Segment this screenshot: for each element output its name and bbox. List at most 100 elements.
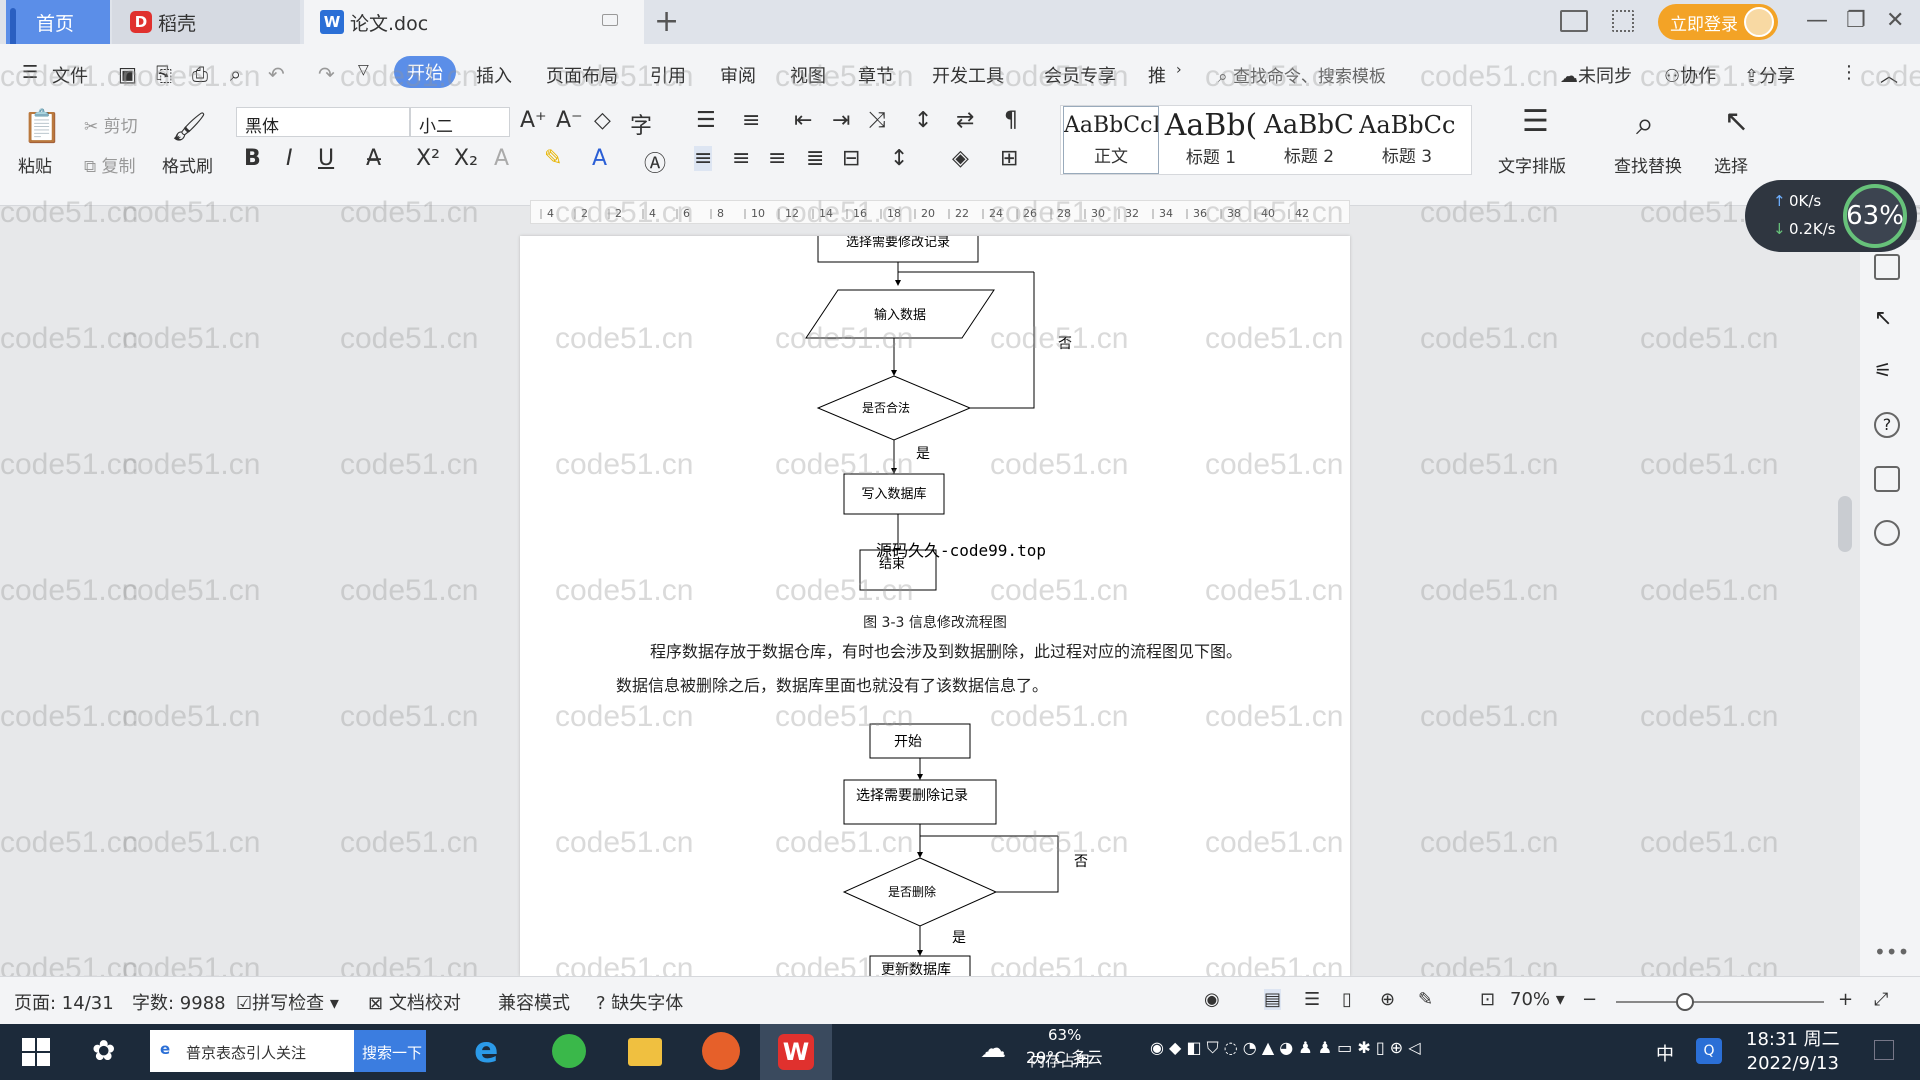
swap-icon[interactable]: ⇄: [956, 108, 974, 133]
wps-taskbar-item[interactable]: W: [760, 1024, 832, 1080]
ime-indicator[interactable]: 中: [1656, 1040, 1674, 1066]
preview-icon[interactable]: ⌕: [230, 62, 241, 86]
menu-page-layout[interactable]: 页面布局: [546, 62, 618, 88]
underline-icon[interactable]: U: [318, 146, 334, 171]
zoom-slider[interactable]: [1616, 1001, 1824, 1003]
highlight-icon[interactable]: ✎: [544, 146, 562, 171]
missing-font-button[interactable]: ? 缺失字体: [596, 989, 683, 1015]
pointer-icon[interactable]: ↖: [1874, 306, 1900, 332]
windows-start-icon[interactable]: [22, 1038, 50, 1066]
font-family-select[interactable]: 黑体: [236, 107, 410, 137]
save-icon[interactable]: ▣: [118, 62, 137, 86]
text-layout-button[interactable]: 文字排版: [1498, 152, 1566, 177]
menu-start[interactable]: 开始: [394, 56, 456, 88]
convert-icon[interactable]: ⤨: [868, 108, 886, 133]
quick-access-dropdown-icon[interactable]: ▽: [358, 62, 369, 78]
superscript-icon[interactable]: X²: [416, 146, 440, 171]
format-painter-button[interactable]: 格式刷: [162, 152, 213, 177]
qq-input-icon[interactable]: Q: [1696, 1038, 1722, 1064]
tab-home[interactable]: 首页: [6, 0, 110, 88]
hamburger-icon[interactable]: ☰: [22, 62, 38, 83]
menu-recommend[interactable]: 推: [1148, 62, 1166, 88]
style-heading-3[interactable]: AaBbCc 标题 3: [1359, 106, 1455, 174]
sync-status[interactable]: ☁未同步: [1560, 62, 1632, 88]
document-page[interactable]: 选择需要修改记录 输入数据 是否合法 否 是 写入数据库 结束 源码久久-cod…: [520, 236, 1350, 976]
align-left-icon[interactable]: ≡: [694, 146, 713, 171]
browser-360-icon[interactable]: [552, 1034, 586, 1068]
indent-icon[interactable]: ⇥: [832, 108, 850, 133]
font-size-select[interactable]: 小二: [410, 107, 510, 137]
menu-insert[interactable]: 插入: [476, 62, 512, 88]
align-center-icon[interactable]: ≡: [732, 146, 750, 171]
justify-icon[interactable]: ≣: [806, 146, 824, 171]
taskbar-search-box[interactable]: e 普京表态引人关注: [150, 1030, 354, 1072]
shrink-font-icon[interactable]: A⁻: [556, 108, 583, 133]
vertical-scrollbar[interactable]: [1834, 236, 1854, 976]
fit-page-icon[interactable]: ⊡: [1480, 989, 1495, 1010]
notification-icon[interactable]: [1874, 1040, 1894, 1060]
outdent-icon[interactable]: ⇤: [794, 108, 812, 133]
paste-icon[interactable]: 📋: [22, 104, 62, 148]
format-painter-icon[interactable]: 🖌: [171, 104, 207, 148]
ie-browser-icon[interactable]: e: [474, 1030, 498, 1071]
italic-icon[interactable]: I: [286, 146, 293, 171]
number-list-icon[interactable]: ≡: [742, 108, 760, 133]
char-border-icon[interactable]: Ⓐ: [644, 146, 666, 178]
command-search[interactable]: ⌕ 查找命令、搜索模板: [1218, 62, 1386, 87]
cursor-icon[interactable]: ↖: [1724, 104, 1749, 139]
text-effect-icon[interactable]: A: [494, 146, 509, 171]
system-clock[interactable]: 18:31 周二 2022/9/13: [1746, 1028, 1840, 1076]
more-icon[interactable]: ⋮: [1840, 62, 1858, 83]
find-replace-button[interactable]: 查找替换: [1614, 152, 1682, 177]
print-icon[interactable]: ⎙: [192, 62, 208, 86]
menu-more-icon[interactable]: ›: [1176, 62, 1182, 78]
horizontal-ruler[interactable]: 4 2 2 4 6 8 10 12 14 16 18 20 22 24 26 28 30 32 34 36 38 40 42: [530, 200, 1350, 224]
sort-icon[interactable]: ↕: [914, 108, 932, 133]
window-mode-icon[interactable]: [602, 14, 618, 26]
show-marks-icon[interactable]: ¶: [1004, 108, 1018, 133]
style-heading-2[interactable]: AaBbC 标题 2: [1261, 106, 1357, 174]
help-icon[interactable]: ?: [1874, 412, 1900, 438]
restore-icon[interactable]: ❐: [1846, 8, 1866, 33]
grow-font-icon[interactable]: A⁺: [520, 108, 547, 133]
proofread-button[interactable]: ⊠ 文档校对: [368, 989, 461, 1015]
redo-icon[interactable]: ↷: [318, 62, 335, 86]
undo-icon[interactable]: ↶: [268, 62, 285, 86]
read-view-icon[interactable]: ▯: [1342, 989, 1352, 1010]
bullet-list-icon[interactable]: ☰: [696, 108, 716, 133]
phonetic-icon[interactable]: 字: [630, 108, 652, 140]
backup-icon[interactable]: [1874, 466, 1900, 492]
layout-icon[interactable]: [1560, 10, 1588, 32]
menu-reference[interactable]: 引用: [650, 62, 686, 88]
edit-icon[interactable]: [1874, 254, 1900, 280]
cut-button[interactable]: ✂ 剪切: [84, 112, 138, 137]
minimize-icon[interactable]: —: [1806, 8, 1828, 33]
font-color-icon[interactable]: A: [592, 146, 607, 171]
style-normal[interactable]: AaBbCcI 正文: [1063, 106, 1159, 174]
pinwheel-icon[interactable]: ✿: [92, 1034, 115, 1067]
compass-icon[interactable]: [1874, 520, 1900, 546]
distributed-icon[interactable]: ⊟: [842, 146, 860, 171]
copy-button[interactable]: ⧉ 复制: [84, 152, 136, 177]
menu-file[interactable]: 文件: [52, 62, 88, 88]
menu-review[interactable]: 审阅: [720, 62, 756, 88]
bold-icon[interactable]: B: [244, 146, 261, 171]
scrollbar-thumb[interactable]: [1838, 496, 1852, 552]
zoom-slider-thumb[interactable]: [1676, 993, 1694, 1011]
style-heading-1[interactable]: AaBb( 标题 1: [1163, 106, 1259, 174]
line-spacing-icon[interactable]: ↕: [890, 146, 908, 171]
compat-mode[interactable]: 兼容模式: [498, 989, 570, 1015]
spell-check-button[interactable]: ☑拼写检查 ▾: [236, 989, 339, 1015]
select-button[interactable]: 选择: [1714, 152, 1748, 177]
tray-icons[interactable]: ◉ ◆ ◧ ⛉ ◌ ◔ ▲ ◕ ♟ ♟ ▭ ✱ ▯ ⊕ ◁: [1150, 1038, 1421, 1058]
strikethrough-icon[interactable]: A̶: [366, 146, 381, 171]
panel-more-icon[interactable]: •••: [1874, 940, 1909, 964]
outline-view-icon[interactable]: ☰: [1304, 989, 1320, 1010]
page-indicator[interactable]: 页面: 14/31: [14, 989, 114, 1015]
close-icon[interactable]: ✕: [1886, 8, 1904, 33]
collab-button[interactable]: ⚇协作: [1664, 62, 1716, 88]
network-speed-widget[interactable]: ↑ 0K/s ↓ 0.2K/s 63%: [1745, 180, 1917, 252]
align-right-icon[interactable]: ≡: [768, 146, 786, 171]
paste-button[interactable]: 粘贴: [18, 152, 52, 177]
eye-protect-icon[interactable]: ◉: [1204, 989, 1220, 1010]
